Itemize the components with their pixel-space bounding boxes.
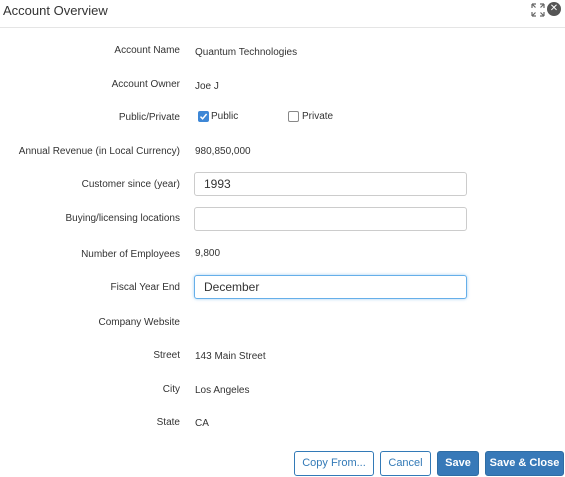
public-checkbox[interactable] xyxy=(198,111,209,122)
save-button[interactable]: Save xyxy=(437,451,479,476)
annual-revenue-value: 980,850,000 xyxy=(195,146,251,157)
cancel-button[interactable]: Cancel xyxy=(380,451,431,476)
customer-since-label: Customer since (year) xyxy=(81,179,180,190)
checkmark-icon xyxy=(199,113,208,120)
street-value: 143 Main Street xyxy=(195,351,266,362)
locations-label: Buying/licensing locations xyxy=(65,213,180,224)
dialog-title: Account Overview xyxy=(3,3,108,18)
expand-icon[interactable] xyxy=(531,3,545,17)
company-website-label: Company Website xyxy=(98,317,180,328)
employees-value: 9,800 xyxy=(195,248,221,259)
fiscal-year-end-input[interactable] xyxy=(194,275,467,299)
city-value: Los Angeles xyxy=(195,385,250,396)
annual-revenue-label: Annual Revenue (in Local Currency) xyxy=(18,146,180,157)
public-private-label: Public/Private xyxy=(118,112,180,123)
employees-label: Number of Employees xyxy=(81,249,180,260)
account-owner-label: Account Owner xyxy=(111,79,180,90)
fiscal-year-end-label: Fiscal Year End xyxy=(110,282,181,293)
public-checkbox-label[interactable]: Public xyxy=(211,111,238,122)
private-checkbox[interactable] xyxy=(288,111,299,122)
street-label: Street xyxy=(153,350,180,361)
close-icon[interactable]: ✕ xyxy=(547,2,561,16)
copy-from-button[interactable]: Copy From... xyxy=(294,451,374,476)
account-owner-value: Joe J xyxy=(195,81,219,92)
city-label: City xyxy=(162,384,180,395)
save-close-button[interactable]: Save & Close xyxy=(485,451,564,476)
customer-since-input[interactable] xyxy=(194,172,467,196)
private-checkbox-label[interactable]: Private xyxy=(302,111,333,122)
account-name-value: Quantum Technologies xyxy=(195,47,298,58)
locations-input[interactable] xyxy=(194,207,467,231)
state-value: CA xyxy=(195,418,209,429)
state-label: State xyxy=(156,417,180,428)
dialog-header: Account Overview ✕ xyxy=(0,0,565,28)
account-name-label: Account Name xyxy=(114,45,180,56)
